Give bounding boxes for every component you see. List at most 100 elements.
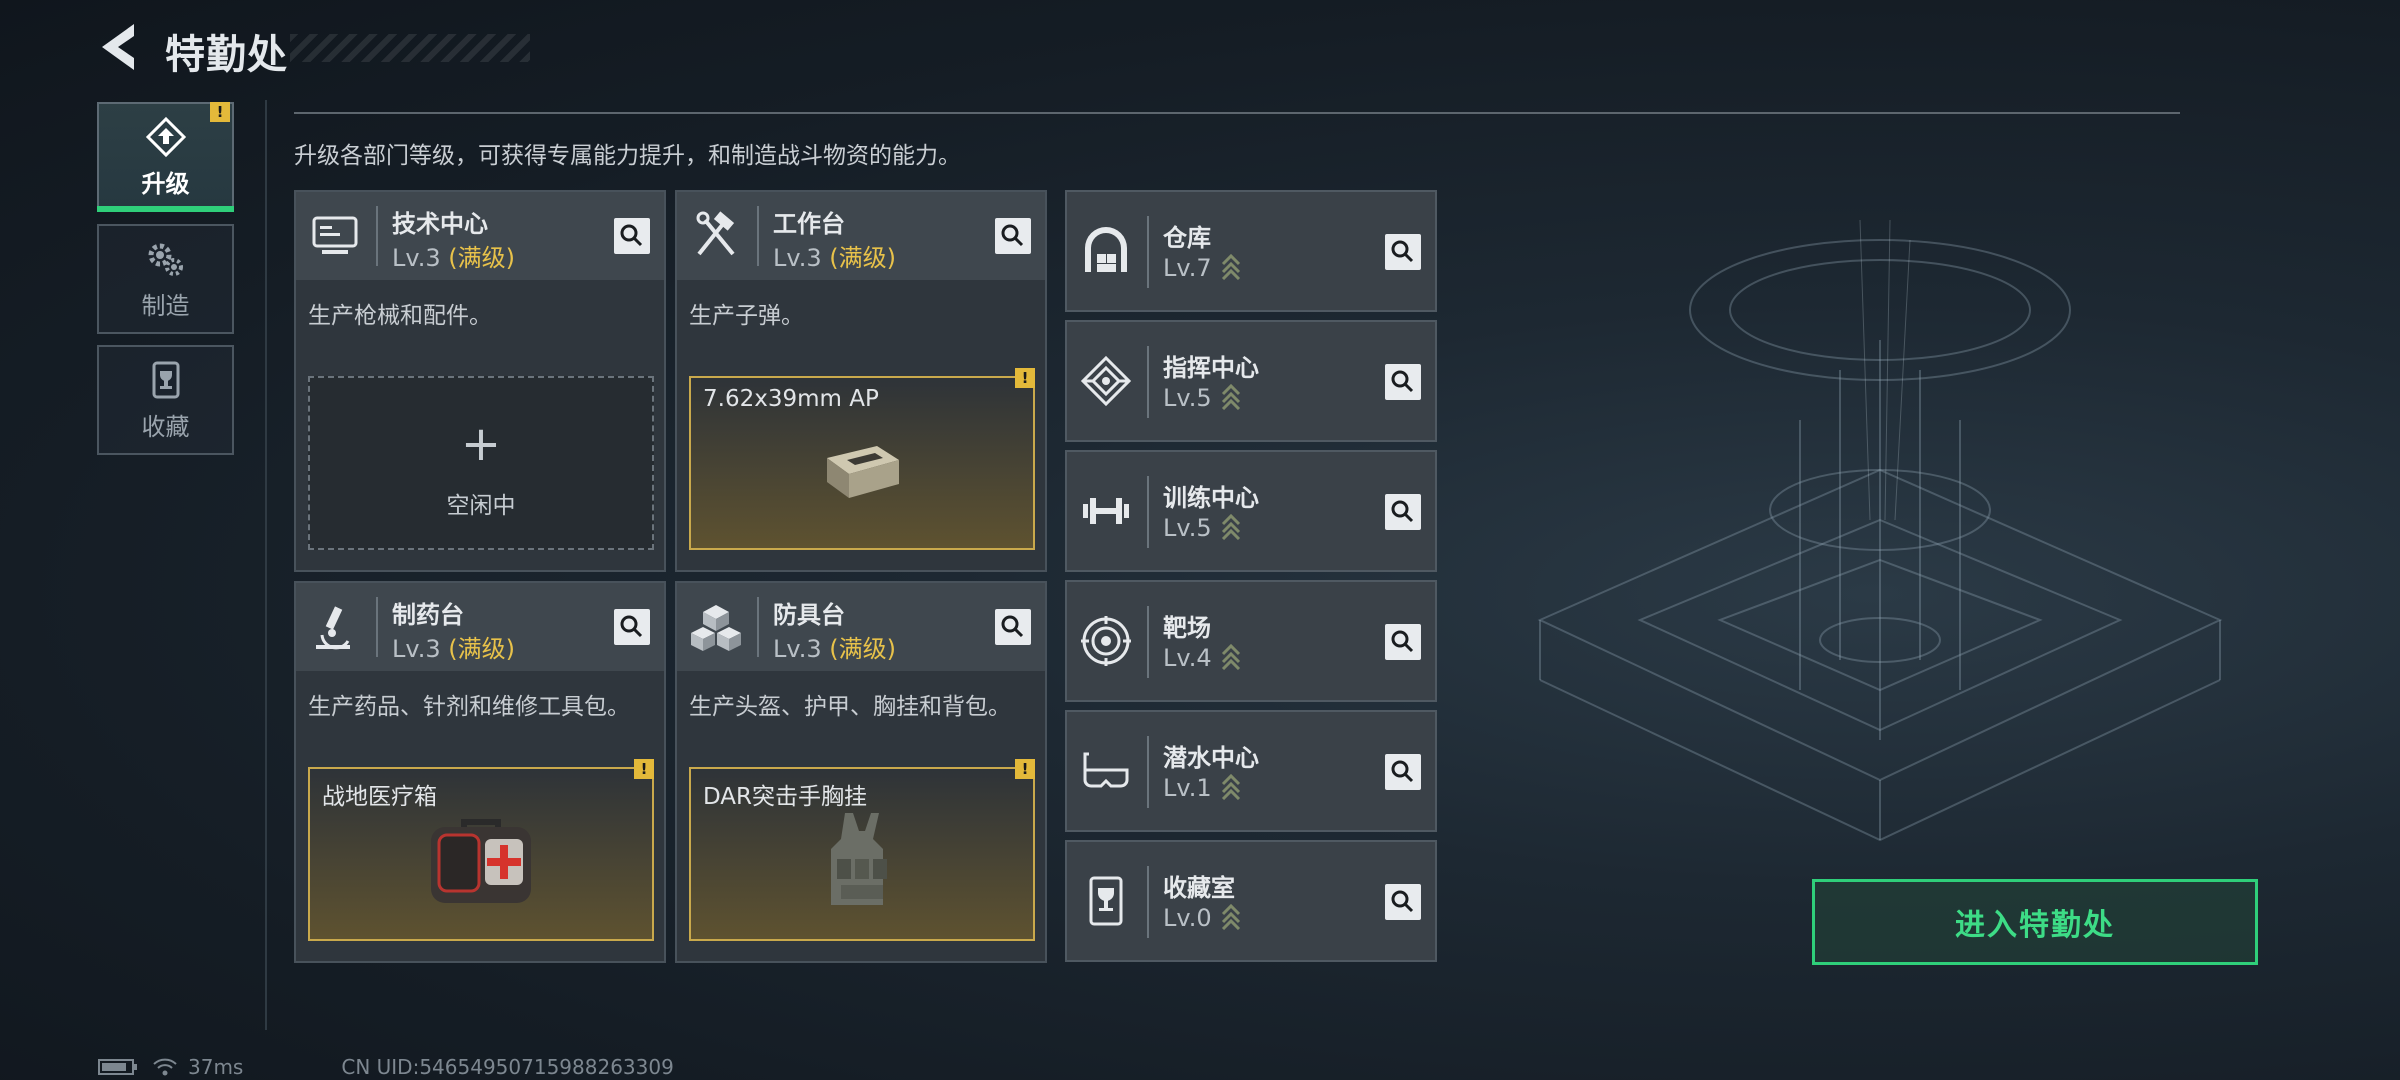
dept-row-shooting-range[interactable]: 靶场 Lv.4: [1065, 580, 1437, 702]
cubes-icon: [691, 605, 741, 651]
dept-card-workbench[interactable]: 工作台 Lv.3 (满级) 生产子弹。 ! 7.62x39mm AP: [675, 190, 1047, 572]
dept-row-diving-center[interactable]: 潜水中心 Lv.1: [1065, 710, 1437, 832]
crafting-slot[interactable]: ! 7.62x39mm AP: [689, 368, 1035, 550]
search-button[interactable]: [1385, 754, 1421, 790]
row-name: 训练中心: [1163, 484, 1259, 512]
magnifier-icon: [1391, 760, 1414, 783]
search-button[interactable]: [995, 609, 1031, 645]
card-subtitle: 生产枪械和配件。: [308, 303, 492, 329]
row-name: 指挥中心: [1163, 354, 1259, 382]
nav-craft-label: 制造: [141, 291, 190, 320]
row-level: Lv.7: [1163, 252, 1242, 282]
card-name: 技术中心: [392, 210, 488, 238]
card-level: Lv.3 (满级): [392, 238, 515, 273]
chest-rig-icon: [831, 813, 887, 905]
back-arrow-icon[interactable]: [98, 22, 142, 72]
search-button[interactable]: [1385, 364, 1421, 400]
card-header: 制药台 Lv.3 (满级): [296, 583, 664, 671]
dept-card-pharmacy[interactable]: 制药台 Lv.3 (满级) 生产药品、针剂和维修工具包。 ! 战地医疗箱: [294, 581, 666, 963]
gears-icon: [148, 243, 183, 276]
search-button[interactable]: [1385, 624, 1421, 660]
card-subtitle: 生产药品、针剂和维修工具包。: [308, 694, 630, 720]
warehouse-icon: [1085, 227, 1127, 272]
search-button[interactable]: [1385, 884, 1421, 920]
separator: [1147, 736, 1149, 808]
card-name: 制药台: [392, 601, 464, 629]
wifi-icon: [153, 1058, 177, 1076]
level-value: Lv.3: [392, 244, 441, 272]
magnifier-icon: [620, 615, 643, 638]
row-level: Lv.5: [1163, 382, 1242, 412]
dumbbell-icon: [1083, 498, 1129, 524]
separator: [1147, 346, 1149, 418]
dept-card-tech-center[interactable]: 技术中心 Lv.3 (满级) 生产枪械和配件。 + 空闲中: [294, 190, 666, 572]
facility-hologram: [1537, 220, 2223, 842]
crafting-slot[interactable]: ! 战地医疗箱: [308, 759, 654, 941]
row-name: 仓库: [1163, 224, 1211, 252]
level-value: Lv.5: [1163, 514, 1212, 542]
magnifier-icon: [1391, 500, 1414, 523]
card-header: 防具台 Lv.3 (满级): [677, 583, 1045, 671]
separator: [757, 597, 759, 657]
magnifier-icon: [1391, 630, 1414, 653]
dept-row-training-center[interactable]: 训练中心 Lv.5: [1065, 450, 1437, 572]
level-value: Lv.3: [773, 244, 822, 272]
search-button[interactable]: [1385, 234, 1421, 270]
row-level: Lv.5: [1163, 512, 1242, 542]
plus-icon: +: [460, 416, 502, 472]
status-bar: 37ms CN UID:54654950715988263309: [98, 1055, 692, 1079]
upgrade-arrows-icon: [1221, 253, 1240, 280]
max-label: (满级): [448, 244, 515, 272]
card-level: Lv.3 (满级): [773, 238, 896, 273]
upgrade-icon: [145, 116, 186, 157]
microscope-icon: [316, 606, 350, 650]
card-subtitle: 生产头盔、护甲、胸挂和背包。: [689, 694, 1011, 720]
nav-collection-label: 收藏: [141, 412, 190, 441]
dept-row-warehouse[interactable]: 仓库 Lv.7: [1065, 190, 1437, 312]
row-level: Lv.4: [1163, 642, 1242, 672]
crafting-slot[interactable]: ! DAR突击手胸挂: [689, 759, 1035, 941]
card-header: 工作台 Lv.3 (满级): [677, 192, 1045, 280]
row-name: 靶场: [1163, 614, 1211, 642]
magnifier-icon: [1391, 240, 1414, 263]
upgrade-arrows-icon: [1221, 513, 1240, 540]
dept-card-armor[interactable]: 防具台 Lv.3 (满级) 生产头盔、护甲、胸挂和背包。 ! DAR突击手胸挂: [675, 581, 1047, 963]
upgrade-arrows-icon: [1221, 383, 1240, 410]
vertical-divider: [265, 100, 267, 1030]
nav-upgrade-label: 升级: [141, 169, 190, 198]
separator: [1147, 606, 1149, 678]
nav-upgrade-tab[interactable]: ! 升级: [97, 102, 234, 212]
ping-value: 37ms: [188, 1055, 244, 1079]
search-button[interactable]: [995, 218, 1031, 254]
level-value: Lv.0: [1163, 904, 1212, 932]
card-name: 工作台: [773, 210, 845, 238]
card-name: 防具台: [773, 601, 845, 629]
hammer-wrench-icon: [696, 211, 735, 256]
enter-special-ops-button[interactable]: 进入特勤处: [1812, 879, 2258, 965]
command-emblem-icon: [1080, 355, 1132, 407]
level-value: Lv.3: [392, 635, 441, 663]
top-divider: [294, 112, 2180, 114]
max-label: (满级): [448, 635, 515, 663]
dept-row-command-center[interactable]: 指挥中心 Lv.5: [1065, 320, 1437, 442]
level-value: Lv.5: [1163, 384, 1212, 412]
separator: [376, 206, 378, 266]
level-value: Lv.7: [1163, 254, 1212, 282]
warn-badge: !: [210, 102, 230, 122]
magnifier-icon: [620, 224, 643, 247]
search-button[interactable]: [1385, 494, 1421, 530]
nav-craft-tab[interactable]: 制造: [97, 224, 234, 334]
nav-collection-tab[interactable]: 收藏: [97, 345, 234, 455]
page-title: 特勤处: [165, 32, 288, 78]
level-value: Lv.3: [773, 635, 822, 663]
card-header: 技术中心 Lv.3 (满级): [296, 192, 664, 280]
separator: [1147, 866, 1149, 938]
search-button[interactable]: [614, 609, 650, 645]
diving-mask-icon: [1083, 752, 1129, 788]
trophy-case-icon: [152, 361, 179, 398]
dept-row-collection-room[interactable]: 收藏室 Lv.0: [1065, 840, 1437, 962]
card-level: Lv.3 (满级): [773, 629, 896, 664]
search-button[interactable]: [614, 218, 650, 254]
row-name: 潜水中心: [1163, 744, 1259, 772]
idle-slot[interactable]: + 空闲中: [308, 376, 654, 550]
